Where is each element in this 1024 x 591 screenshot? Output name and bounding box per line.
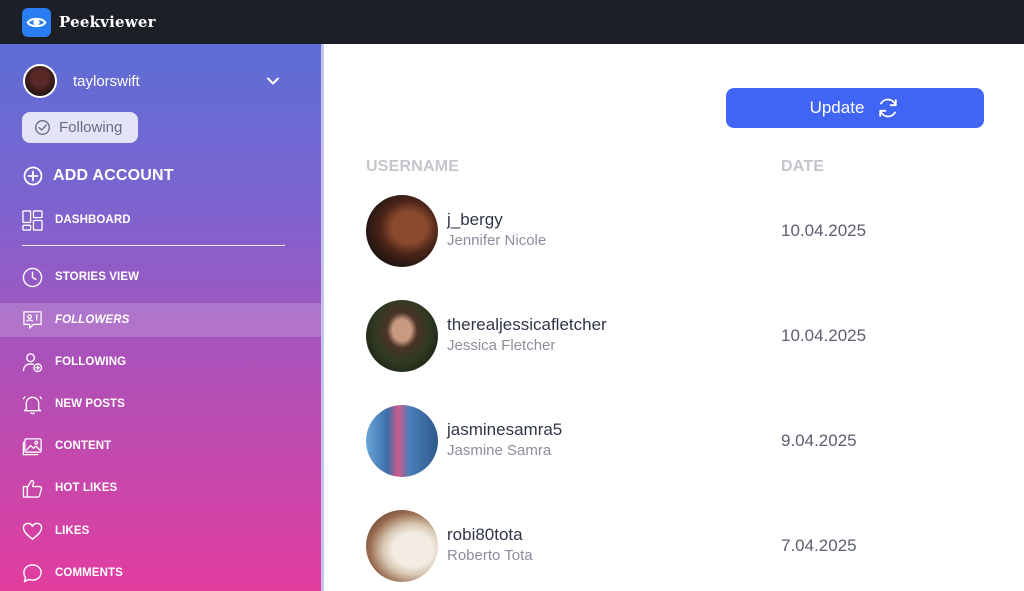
eye-icon[interactable] bbox=[22, 7, 51, 37]
heart-icon bbox=[22, 522, 43, 540]
sidebar-item-content[interactable]: CONTENT bbox=[0, 429, 321, 463]
avatar[interactable] bbox=[366, 195, 438, 267]
bell-icon bbox=[22, 395, 43, 414]
row-full-name: Roberto Tota bbox=[447, 547, 533, 564]
row-full-name: Jasmine Samra bbox=[447, 442, 552, 459]
avatar[interactable] bbox=[366, 510, 438, 582]
sidebar-item-dashboard[interactable]: DASHBOARD bbox=[0, 203, 321, 237]
sidebar-item-following[interactable]: FOLLOWING bbox=[0, 345, 321, 379]
app-title[interactable]: Peekviewer bbox=[59, 13, 156, 31]
column-header-date[interactable]: DATE bbox=[781, 158, 824, 176]
account-switcher[interactable]: taylorswift bbox=[23, 64, 285, 98]
sidebar-item-label: FOLLOWERS bbox=[55, 314, 130, 326]
row-full-name: Jessica Fletcher bbox=[447, 337, 556, 354]
avatar bbox=[23, 64, 57, 98]
sidebar-item-stories-view[interactable]: STORIES VIEW bbox=[0, 260, 321, 294]
clock-icon bbox=[22, 267, 43, 287]
following-status-button[interactable]: Following bbox=[22, 112, 138, 143]
sidebar-item-hot-likes[interactable]: HOT LIKES bbox=[0, 471, 321, 505]
row-username[interactable]: j_bergy bbox=[447, 210, 503, 230]
sidebar-item-label: NEW POSTS bbox=[55, 398, 125, 410]
row-date: 10.04.2025 bbox=[781, 221, 867, 240]
main-content: Update USERNAME DATE j_bergy Jennifer Ni… bbox=[324, 44, 1024, 591]
row-username[interactable]: jasminesamra5 bbox=[447, 420, 562, 440]
sidebar-item-new-posts[interactable]: NEW POSTS bbox=[0, 387, 321, 421]
sidebar-item-label: HOT LIKES bbox=[55, 482, 118, 494]
sidebar-item-label: FOLLOWING bbox=[55, 356, 127, 368]
row-username[interactable]: therealjessicafletcher bbox=[447, 315, 607, 335]
row-date: 9.04.2025 bbox=[781, 431, 857, 450]
following-label: Following bbox=[59, 119, 123, 136]
user-add-icon bbox=[22, 352, 43, 372]
avatar[interactable] bbox=[366, 300, 438, 372]
table-row[interactable]: robi80tota Roberto Tota 7.04.2025 bbox=[366, 510, 986, 582]
table-row[interactable]: jasminesamra5 Jasmine Samra 9.04.2025 bbox=[366, 405, 986, 477]
row-date: 10.04.2025 bbox=[781, 326, 867, 345]
add-account-button[interactable]: ADD ACCOUNT bbox=[23, 165, 174, 187]
top-bar: Peekviewer bbox=[0, 0, 1024, 44]
sidebar-divider bbox=[22, 245, 285, 246]
check-circle-icon bbox=[35, 120, 50, 135]
sidebar-item-followers[interactable]: FOLLOWERS bbox=[0, 303, 321, 337]
table-row[interactable]: j_bergy Jennifer Nicole 10.04.2025 bbox=[366, 195, 986, 267]
sidebar: taylorswift Following ADD ACCOUNT DASHBO… bbox=[0, 44, 324, 591]
comment-icon bbox=[23, 563, 42, 582]
table-row[interactable]: therealjessicafletcher Jessica Fletcher … bbox=[366, 300, 986, 372]
sidebar-item-label: COMMENTS bbox=[55, 567, 123, 579]
sidebar-item-comments[interactable]: COMMENTS bbox=[0, 556, 321, 590]
dashboard-icon bbox=[22, 209, 43, 231]
add-account-label: ADD ACCOUNT bbox=[53, 167, 174, 184]
thumbs-up-icon bbox=[22, 479, 43, 498]
sidebar-item-label: DASHBOARD bbox=[55, 214, 131, 226]
column-header-username[interactable]: USERNAME bbox=[366, 158, 459, 176]
plus-circle-icon bbox=[23, 166, 43, 186]
image-icon bbox=[22, 437, 42, 455]
sidebar-item-label: LIKES bbox=[55, 525, 90, 537]
sidebar-item-label: CONTENT bbox=[55, 440, 112, 452]
sidebar-item-likes[interactable]: LIKES bbox=[0, 514, 321, 548]
sidebar-item-label: STORIES VIEW bbox=[55, 271, 140, 283]
update-label: Update bbox=[809, 98, 865, 117]
account-username: taylorswift bbox=[73, 72, 140, 90]
row-full-name: Jennifer Nicole bbox=[447, 232, 547, 249]
row-username[interactable]: robi80tota bbox=[447, 525, 523, 545]
row-date: 7.04.2025 bbox=[781, 536, 857, 555]
chevron-down-icon[interactable] bbox=[265, 73, 281, 89]
avatar[interactable] bbox=[366, 405, 438, 477]
followers-icon bbox=[23, 310, 42, 329]
refresh-icon bbox=[879, 98, 898, 118]
update-button[interactable]: Update bbox=[726, 88, 984, 128]
